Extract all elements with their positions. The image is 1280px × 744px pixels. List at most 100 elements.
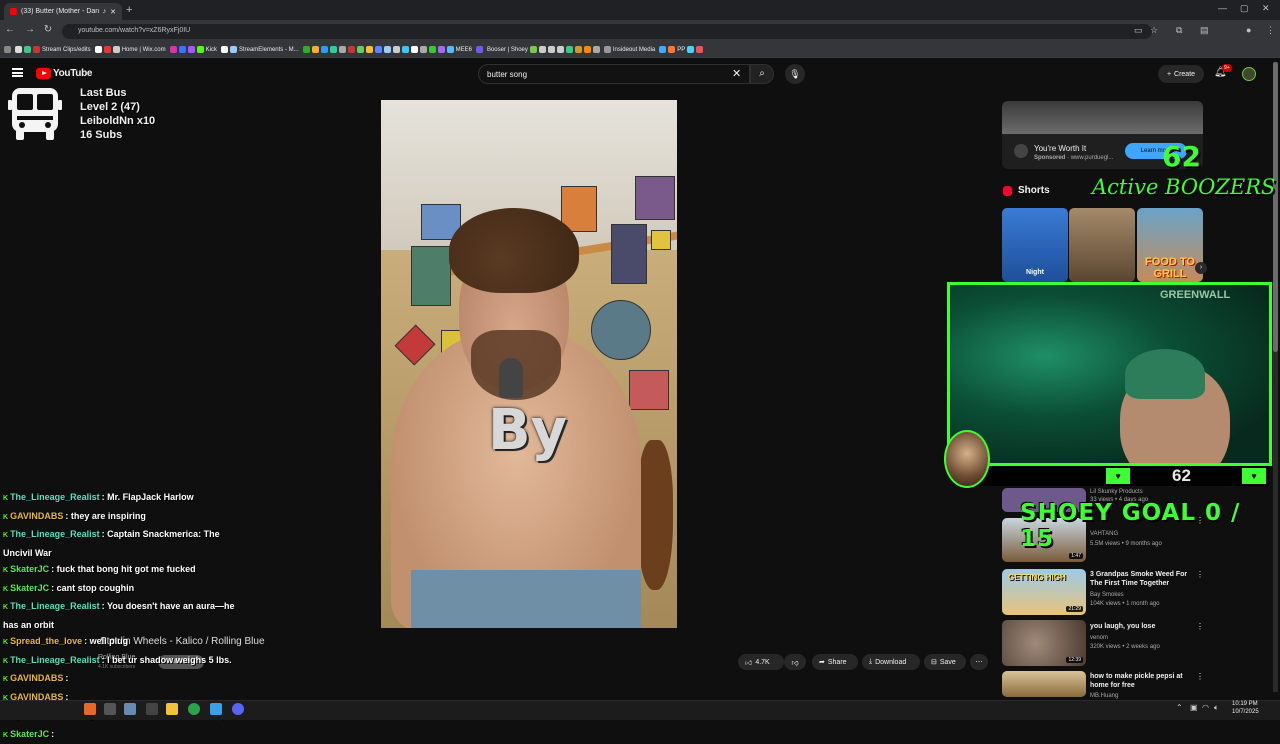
rec-thumbnail[interactable] [1002, 671, 1086, 697]
save-button[interactable]: ⊟Save [924, 654, 966, 670]
bookmark-4[interactable]: StreamElements - M... [221, 46, 299, 53]
taskbar-app-icon[interactable] [146, 703, 158, 715]
bookmark-8[interactable]: Insideout Media [604, 46, 655, 53]
chrome-icon[interactable] [188, 703, 200, 715]
bookmarks-bar: Stream Clips/edits Home | Wix.com Kick S… [0, 42, 1280, 58]
create-button[interactable]: +Create [1158, 65, 1204, 83]
rec-thumbnail[interactable]: 12:39 [1002, 620, 1086, 666]
rec-thumbnail[interactable]: GETTING HIGH 21:29 [1002, 569, 1086, 615]
cast-icon[interactable]: ▭ [1134, 25, 1143, 36]
heart-icon: ♥ [1242, 468, 1266, 484]
folder-icon[interactable] [166, 703, 178, 715]
extensions-icon[interactable]: ⧉ [1176, 25, 1182, 36]
bookmark-2[interactable]: Home | Wix.com [95, 46, 166, 53]
bookmark-3[interactable]: Kick [170, 46, 217, 53]
rec-channel[interactable]: Lil Skunky Products [1090, 488, 1143, 496]
shorts-next-icon[interactable]: › [1195, 262, 1207, 274]
chat-username[interactable]: The_Lineage_Realist [10, 655, 100, 665]
kick-badge-icon: K [3, 600, 8, 617]
like-button[interactable]: 👍︎4.7K [738, 654, 784, 670]
youtube-logo-icon[interactable] [36, 68, 51, 79]
account-avatar[interactable] [1242, 67, 1256, 81]
dislike-button[interactable]: 👎︎ [784, 654, 806, 670]
browser-tab[interactable]: (33) Butter (Mother - Danc ♪ ✕ [4, 3, 122, 20]
thumbs-down-icon: 👎︎ [791, 658, 798, 667]
taskbar-date[interactable]: 10/7/2025 [1232, 709, 1259, 715]
short-thumbnail[interactable] [1069, 208, 1135, 282]
tray-app-icon[interactable]: ▣ [1190, 703, 1198, 712]
youtube-logo-text[interactable]: YouTube [53, 68, 92, 79]
chat-username[interactable]: The_Lineage_Realist [10, 529, 100, 539]
bookmark-9[interactable]: PP [659, 46, 703, 53]
chat-username[interactable]: GAVINDABS [10, 673, 63, 683]
kick-badge-icon: K [3, 563, 8, 580]
tab-audio-icon[interactable]: ♪ [103, 8, 107, 15]
rec-title[interactable]: you laugh, you lose [1090, 622, 1190, 631]
chat-username[interactable]: The_Lineage_Realist [10, 492, 100, 502]
hamburger-menu-icon[interactable] [12, 68, 23, 77]
share-button[interactable]: ➦Share [812, 654, 858, 670]
menu-dots-icon[interactable]: ⋮ [1266, 25, 1275, 36]
bus-icon [8, 86, 62, 142]
heart-icon: ♥ [1106, 468, 1130, 484]
chat-username[interactable]: SkaterJC [10, 729, 49, 739]
profile-icon[interactable]: ● [1246, 25, 1251, 35]
wifi-icon[interactable]: ◠ [1202, 703, 1209, 712]
rec-more-icon[interactable]: ⋮ [1196, 570, 1204, 579]
bookmark-5[interactable]: MEE6 [303, 46, 472, 53]
rec-title[interactable]: how to make pickle pepsi at home for fre… [1090, 672, 1190, 690]
kick-badge-icon: K [3, 491, 8, 508]
taskbar-app-icon[interactable] [124, 703, 136, 715]
rec-more-icon[interactable]: ⋮ [1196, 622, 1204, 631]
rec-duration: 1:47 [1069, 553, 1083, 559]
short-thumbnail[interactable]: FOOD TO GRILL [1137, 208, 1203, 282]
rec-channel[interactable]: venom [1090, 634, 1108, 642]
microphone-icon: 🎙 [789, 69, 800, 79]
sidepanel-icon[interactable]: ▤ [1200, 25, 1209, 36]
bookmark-7[interactable]: Booser | Shoey [487, 46, 600, 53]
taskbar-app-icon[interactable] [210, 703, 222, 715]
search-icon: ⌕ [759, 68, 765, 79]
more-actions-button[interactable]: ⋯ [970, 654, 988, 670]
maximize-icon[interactable]: ▢ [1240, 3, 1249, 14]
taskbar-time[interactable]: 10:19 PM [1232, 701, 1258, 707]
clear-search-icon[interactable]: ✕ [732, 67, 741, 80]
bookmark-6[interactable] [476, 46, 483, 53]
volume-icon[interactable]: 🔈︎ [1214, 703, 1219, 713]
chat-username[interactable]: Spread_the_love [10, 636, 82, 646]
tab-close-icon[interactable]: ✕ [110, 8, 116, 16]
bookmark-1[interactable]: Stream Clips/edits [15, 46, 91, 53]
discord-icon[interactable] [232, 703, 244, 715]
close-window-icon[interactable]: ✕ [1262, 3, 1270, 14]
chat-username[interactable]: SkaterJC [10, 583, 49, 593]
search-button[interactable]: ⌕ [750, 64, 774, 84]
chat-username[interactable]: The_Lineage_Realist [10, 601, 100, 611]
short-thumbnail[interactable]: Night [1002, 208, 1068, 282]
reload-icon[interactable]: ↻ [42, 24, 54, 35]
taskbar-app-icon[interactable] [84, 703, 96, 715]
download-button[interactable]: ⤓Download [862, 654, 920, 670]
chat-username[interactable]: SkaterJC [10, 564, 49, 574]
new-tab-icon[interactable]: + [126, 4, 132, 16]
forward-icon[interactable]: → [24, 24, 36, 35]
voice-search-button[interactable]: 🎙 [785, 64, 805, 84]
rec-channel[interactable]: MB.Huang [1090, 692, 1118, 700]
chat-message: KThe_Lineage_Realist: Mr. FlapJack Harlo… [0, 489, 244, 508]
scrollbar-thumb[interactable] [1273, 62, 1278, 352]
chat-message: KSpread_the_love: well plug [0, 633, 244, 652]
guitar [637, 440, 673, 590]
rec-title[interactable]: 3 Grandpas Smoke Weed For The First Time… [1090, 570, 1190, 588]
bookmark-star-icon[interactable]: ☆ [1150, 25, 1158, 36]
search-input[interactable]: butter song [478, 64, 750, 84]
rec-channel[interactable]: Bay Smokes [1090, 591, 1124, 599]
back-icon[interactable]: ← [4, 24, 16, 35]
minimize-icon[interactable]: — [1218, 3, 1227, 13]
bookmark-apps[interactable] [4, 46, 11, 53]
notification-badge: 9+ [1222, 64, 1232, 72]
rec-more-icon[interactable]: ⋮ [1196, 672, 1204, 681]
url-field[interactable]: youtube.com/watch?v=xZ6RyxFj0IU [62, 24, 1152, 39]
video-player[interactable] [381, 100, 677, 628]
taskbar-app-icon[interactable] [104, 703, 116, 715]
tray-expand-icon[interactable]: ⌃ [1176, 703, 1183, 712]
chat-username[interactable]: GAVINDABS [10, 511, 63, 521]
